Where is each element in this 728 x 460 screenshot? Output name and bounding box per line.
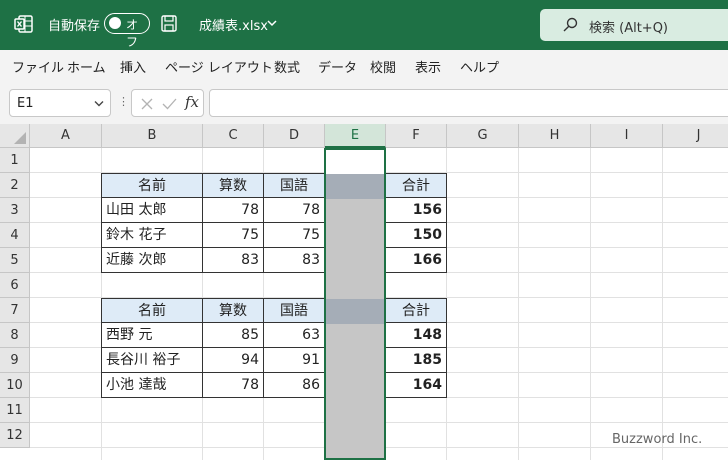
- table1-row3-name[interactable]: 近藤 次郎: [101, 248, 203, 273]
- selected-header-cell-E7[interactable]: [326, 299, 384, 324]
- enter-icon[interactable]: [162, 98, 177, 110]
- table2-header-total[interactable]: 合計: [386, 298, 447, 323]
- menu-bar: ファイル ホーム 挿入 ページ レイアウト 数式 データ 校閲 表示 ヘルプ: [0, 50, 728, 80]
- menu-formulas[interactable]: 数式: [274, 57, 300, 76]
- table2-header-math[interactable]: 算数: [203, 298, 264, 323]
- autosave-toggle[interactable]: オフ: [104, 13, 150, 49]
- insert-function-icon[interactable]: fx: [185, 93, 199, 111]
- table2-row3-japanese[interactable]: 86: [264, 373, 325, 398]
- cancel-icon[interactable]: [141, 98, 153, 110]
- column-header-H[interactable]: H: [519, 124, 591, 148]
- excel-icon[interactable]: [14, 14, 34, 34]
- row-header-1[interactable]: 1: [0, 148, 30, 173]
- autosave-label: 自動保存: [48, 19, 101, 34]
- table2-row3-math[interactable]: 78: [203, 373, 264, 398]
- column-header-I[interactable]: I: [591, 124, 663, 148]
- table2-row1-japanese[interactable]: 63: [264, 323, 325, 348]
- column-header-D[interactable]: D: [264, 124, 325, 148]
- table1-row3-japanese[interactable]: 83: [264, 248, 325, 273]
- table2-row2-name[interactable]: 長谷川 裕子: [101, 348, 203, 373]
- table1-header-total[interactable]: 合計: [386, 173, 447, 198]
- column-header-B[interactable]: B: [102, 124, 203, 148]
- table1-row1-math[interactable]: 78: [203, 198, 264, 223]
- table1-row2-name[interactable]: 鈴木 花子: [101, 223, 203, 248]
- menu-view[interactable]: 表示: [415, 57, 441, 76]
- formula-buttons: fx: [131, 89, 204, 117]
- table1-row3-total[interactable]: 166: [386, 248, 447, 273]
- file-name[interactable]: 成績表.xlsx: [199, 15, 268, 34]
- formula-bar: E1 ⋮ fx: [0, 80, 728, 124]
- row-header-3[interactable]: 3: [0, 198, 30, 223]
- chevron-down-icon[interactable]: [267, 19, 277, 27]
- row-header-7[interactable]: 7: [0, 298, 30, 323]
- column-header-G[interactable]: G: [447, 124, 519, 148]
- select-all-button[interactable]: [0, 124, 30, 148]
- menu-data[interactable]: データ: [318, 57, 357, 76]
- table1-row2-math[interactable]: 75: [203, 223, 264, 248]
- table2-row2-total[interactable]: 185: [386, 348, 447, 373]
- selected-column-E[interactable]: [324, 148, 386, 460]
- title-bar: 自動保存 オフ 成績表.xlsx 検索 (Alt+Q): [0, 0, 728, 50]
- row-header-9[interactable]: 9: [0, 348, 30, 373]
- gridline: [590, 148, 591, 460]
- table2-row3-name[interactable]: 小池 達哉: [101, 373, 203, 398]
- gridline: [518, 148, 519, 460]
- row-header-11[interactable]: 11: [0, 398, 30, 423]
- column-header-E[interactable]: E: [325, 124, 386, 148]
- active-cell-E1[interactable]: [326, 150, 384, 174]
- search-box[interactable]: 検索 (Alt+Q): [540, 9, 728, 41]
- formula-input[interactable]: [209, 89, 728, 117]
- table1-header-math[interactable]: 算数: [203, 173, 264, 198]
- table2-row1-name[interactable]: 西野 元: [101, 323, 203, 348]
- table1-row1-name[interactable]: 山田 太郎: [101, 198, 203, 223]
- row-header-12[interactable]: 12: [0, 423, 30, 448]
- selected-header-cell-E2[interactable]: [326, 174, 384, 199]
- column-header-A[interactable]: A: [30, 124, 102, 148]
- save-icon[interactable]: [161, 15, 177, 32]
- name-box[interactable]: E1: [9, 89, 111, 117]
- table1-row2-japanese[interactable]: 75: [264, 223, 325, 248]
- more-icon[interactable]: ⋮: [118, 95, 129, 108]
- menu-home[interactable]: ホーム: [67, 57, 106, 76]
- chevron-down-icon[interactable]: [94, 100, 104, 107]
- table2-row2-japanese[interactable]: 91: [264, 348, 325, 373]
- worksheet[interactable]: A B C D E F G H I J 1 2 3 4 5 6 7 8 9 10…: [0, 124, 728, 460]
- table2-row1-math[interactable]: 85: [203, 323, 264, 348]
- menu-help[interactable]: ヘルプ: [460, 57, 499, 76]
- table2-row1-total[interactable]: 148: [386, 323, 447, 348]
- gridline: [662, 148, 663, 460]
- menu-page-layout[interactable]: ページ レイアウト: [165, 57, 273, 76]
- table1-header-name[interactable]: 名前: [101, 173, 203, 198]
- table2-row2-math[interactable]: 94: [203, 348, 264, 373]
- table1-row1-japanese[interactable]: 78: [264, 198, 325, 223]
- menu-file[interactable]: ファイル: [12, 57, 64, 76]
- search-icon: [563, 17, 578, 32]
- toggle-knob: [109, 17, 121, 29]
- table1-row2-total[interactable]: 150: [386, 223, 447, 248]
- table1-row1-total[interactable]: 156: [386, 198, 447, 223]
- row-header-6[interactable]: 6: [0, 273, 30, 298]
- row-header-4[interactable]: 4: [0, 223, 30, 248]
- column-header-J[interactable]: J: [663, 124, 728, 148]
- table2-header-name[interactable]: 名前: [101, 298, 203, 323]
- table2-row3-total[interactable]: 164: [386, 373, 447, 398]
- row-header-5[interactable]: 5: [0, 248, 30, 273]
- menu-review[interactable]: 校閲: [370, 57, 396, 76]
- table2-header-japanese[interactable]: 国語: [264, 298, 325, 323]
- watermark: Buzzword Inc.: [612, 432, 703, 447]
- table1-row3-math[interactable]: 83: [203, 248, 264, 273]
- column-header-C[interactable]: C: [203, 124, 264, 148]
- row-header-8[interactable]: 8: [0, 323, 30, 348]
- name-box-value: E1: [17, 96, 34, 111]
- row-header-2[interactable]: 2: [0, 173, 30, 198]
- autosave-state: オフ: [126, 18, 139, 49]
- menu-insert[interactable]: 挿入: [120, 57, 146, 76]
- search-placeholder: 検索 (Alt+Q): [589, 21, 669, 36]
- row-header-10[interactable]: 10: [0, 373, 30, 398]
- column-header-F[interactable]: F: [386, 124, 447, 148]
- table1-header-japanese[interactable]: 国語: [264, 173, 325, 198]
